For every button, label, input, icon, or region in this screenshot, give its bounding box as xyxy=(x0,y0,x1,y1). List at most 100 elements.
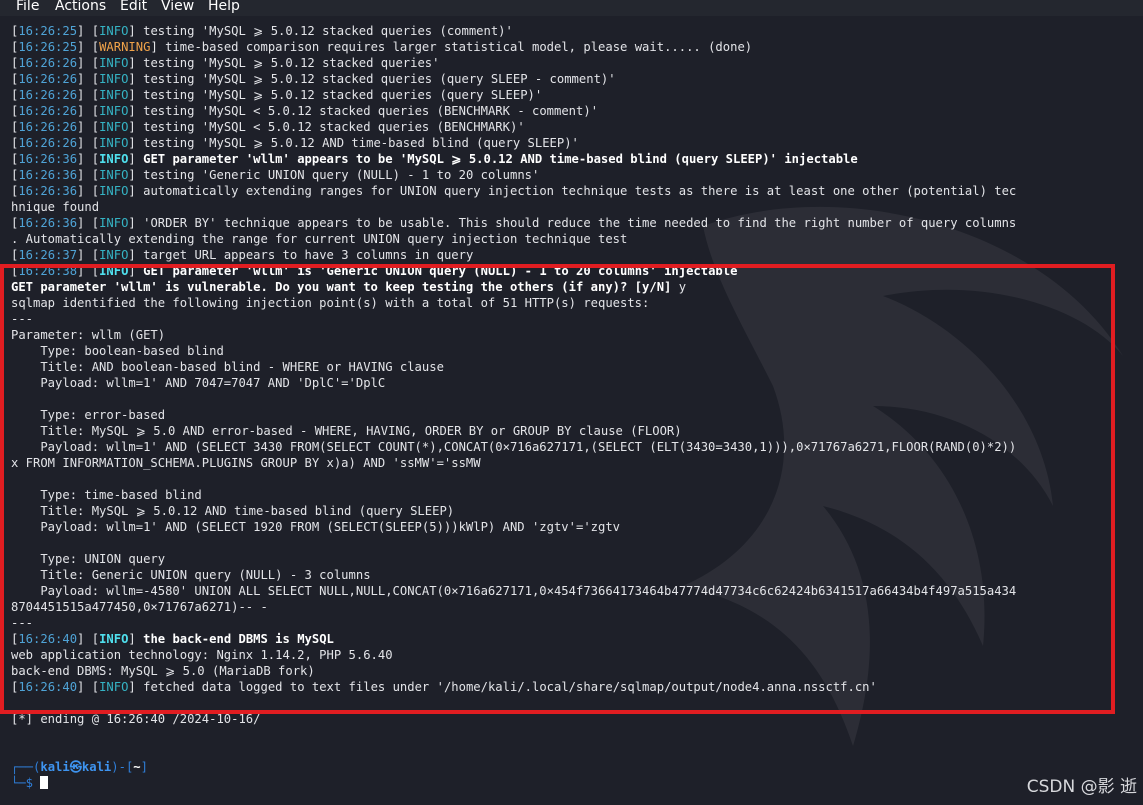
output-text: Payload: wllm=1' AND (SELECT 3430 FROM(S… xyxy=(11,440,1017,454)
log-message: testing 'Generic UNION query (NULL) - 1 … xyxy=(135,168,540,182)
bracket: ] xyxy=(128,136,136,150)
output-text: Title: AND boolean-based blind - WHERE o… xyxy=(11,360,444,374)
output-text: --- xyxy=(11,312,34,326)
log-timestamp: 16:26:26 xyxy=(18,72,78,86)
terminal-line: [16:26:26] [INFO] testing 'MySQL ⩾ 5.0.1… xyxy=(11,87,1016,103)
bracket: ] [ xyxy=(77,120,100,134)
log-message: testing 'MySQL ⩾ 5.0.12 stacked queries … xyxy=(135,24,513,38)
log-timestamp: 16:26:37 xyxy=(18,248,78,262)
output-text: --- xyxy=(11,616,34,630)
bracket: ] [ xyxy=(77,248,100,262)
terminal-line: Type: boolean-based blind xyxy=(11,343,1016,359)
bracket: ] xyxy=(128,24,136,38)
log-message: the back-end DBMS is MySQL xyxy=(135,632,334,646)
log-message: testing 'MySQL < 5.0.12 stacked queries … xyxy=(135,104,599,118)
log-message: GET parameter 'wllm' is 'Generic UNION q… xyxy=(135,264,738,278)
output-text: x FROM INFORMATION_SCHEMA.PLUGINS GROUP … xyxy=(11,456,481,470)
output-text: Payload: wllm=-4580' UNION ALL SELECT NU… xyxy=(11,584,1017,598)
bracket: ] [ xyxy=(77,136,100,150)
terminal-line: [16:26:36] [INFO] testing 'Generic UNION… xyxy=(11,167,1016,183)
output-text: [*] ending @ 16:26:40 /2024-10-16/ xyxy=(11,712,261,726)
log-timestamp: 16:26:26 xyxy=(18,88,78,102)
terminal-line: Payload: wllm=1' AND (SELECT 1920 FROM (… xyxy=(11,519,1016,535)
log-level: INFO xyxy=(99,632,129,646)
terminal-line: [16:26:25] [WARNING] time-based comparis… xyxy=(11,39,1016,55)
terminal-line: Payload: wllm=-4580' UNION ALL SELECT NU… xyxy=(11,583,1016,599)
log-level: INFO xyxy=(99,136,129,150)
terminal-line: Type: time-based blind xyxy=(11,487,1016,503)
bracket: ] [ xyxy=(77,72,100,86)
bracket: ] xyxy=(150,40,158,54)
output-text: Title: MySQL ⩾ 5.0 AND error-based - WHE… xyxy=(11,424,682,438)
log-message: target URL appears to have 3 columns in … xyxy=(135,248,474,262)
bracket: ] [ xyxy=(77,104,100,118)
bracket: ] [ xyxy=(77,88,100,102)
output-text: sqlmap identified the following injectio… xyxy=(11,296,650,310)
bracket: ] xyxy=(128,632,136,646)
terminal-line: 8704451515a477450,0×71767a6271)-- - xyxy=(11,599,1016,615)
terminal-line: web application technology: Nginx 1.14.2… xyxy=(11,647,1016,663)
menu-help[interactable]: Help xyxy=(208,0,240,15)
menu-bar: File Actions Edit View Help xyxy=(0,0,1143,16)
prompt-frame: ] xyxy=(140,760,148,774)
bracket: ] xyxy=(128,264,136,278)
output-text: 8704451515a477450,0×71767a6271)-- - xyxy=(11,600,268,614)
bracket: ] xyxy=(128,248,136,262)
bracket: ] xyxy=(128,216,136,230)
log-level: INFO xyxy=(99,168,129,182)
bracket: ] [ xyxy=(77,264,100,278)
command-input-line[interactable]: └─$ xyxy=(11,775,1016,791)
terminal-line: [16:26:36] [INFO] GET parameter 'wllm' a… xyxy=(11,151,1016,167)
log-timestamp: 16:26:36 xyxy=(18,216,78,230)
bracket: ] xyxy=(128,120,136,134)
terminal-line: Title: MySQL ⩾ 5.0.12 AND time-based bli… xyxy=(11,503,1016,519)
log-message: testing 'MySQL ⩾ 5.0.12 AND time-based b… xyxy=(135,136,579,150)
log-level: INFO xyxy=(99,72,129,86)
bracket: ] [ xyxy=(77,216,100,230)
log-level: INFO xyxy=(99,680,129,694)
terminal-line: Type: error-based xyxy=(11,407,1016,423)
terminal-line: [16:26:25] [INFO] testing 'MySQL ⩾ 5.0.1… xyxy=(11,23,1016,39)
log-timestamp: 16:26:36 xyxy=(18,184,78,198)
bracket: ] xyxy=(128,56,136,70)
bracket: ] xyxy=(128,88,136,102)
log-level: WARNING xyxy=(99,40,151,54)
log-message: testing 'MySQL ⩾ 5.0.12 stacked queries' xyxy=(135,56,440,70)
terminal-line: sqlmap identified the following injectio… xyxy=(11,295,1016,311)
terminal-line: [16:26:40] [INFO] fetched data logged to… xyxy=(11,679,1016,695)
output-text: back-end DBMS: MySQL ⩾ 5.0 (MariaDB fork… xyxy=(11,664,315,678)
log-message: 'ORDER BY' technique appears to be usabl… xyxy=(135,216,1017,230)
bracket: ] xyxy=(128,168,136,182)
output-text: Title: Generic UNION query (NULL) - 3 co… xyxy=(11,568,371,582)
terminal-window[interactable]: [16:26:25] [INFO] testing 'MySQL ⩾ 5.0.1… xyxy=(0,16,1143,805)
menu-edit[interactable]: Edit xyxy=(120,0,147,15)
log-message: automatically extending ranges for UNION… xyxy=(135,184,1017,198)
bracket: ] [ xyxy=(77,56,100,70)
output-text: . Automatically extending the range for … xyxy=(11,232,628,246)
log-timestamp: 16:26:26 xyxy=(18,104,78,118)
bracket: ] [ xyxy=(77,184,100,198)
log-level: INFO xyxy=(99,216,129,230)
log-level: INFO xyxy=(99,248,129,262)
menu-view[interactable]: View xyxy=(161,0,194,15)
output-text: GET parameter 'wllm' is vulnerable. Do y… xyxy=(11,280,679,294)
bracket: ] xyxy=(128,680,136,694)
terminal-line: Type: UNION query xyxy=(11,551,1016,567)
log-level: INFO xyxy=(99,104,129,118)
log-level: INFO xyxy=(99,88,129,102)
bracket: ] [ xyxy=(77,632,100,646)
log-level: INFO xyxy=(99,56,129,70)
output-text: web application technology: Nginx 1.14.2… xyxy=(11,648,393,662)
text-cursor xyxy=(40,776,49,789)
menu-file[interactable]: File xyxy=(16,0,39,15)
log-message: testing 'MySQL ⩾ 5.0.12 stacked queries … xyxy=(135,88,543,102)
output-text: hnique found xyxy=(11,200,100,214)
log-timestamp: 16:26:38 xyxy=(18,264,78,278)
menu-actions[interactable]: Actions xyxy=(55,0,106,15)
terminal-line: [16:26:26] [INFO] testing 'MySQL ⩾ 5.0.1… xyxy=(11,71,1016,87)
prompt-user: kali xyxy=(40,760,70,774)
terminal-line: Payload: wllm=1' AND 7047=7047 AND 'DplC… xyxy=(11,375,1016,391)
